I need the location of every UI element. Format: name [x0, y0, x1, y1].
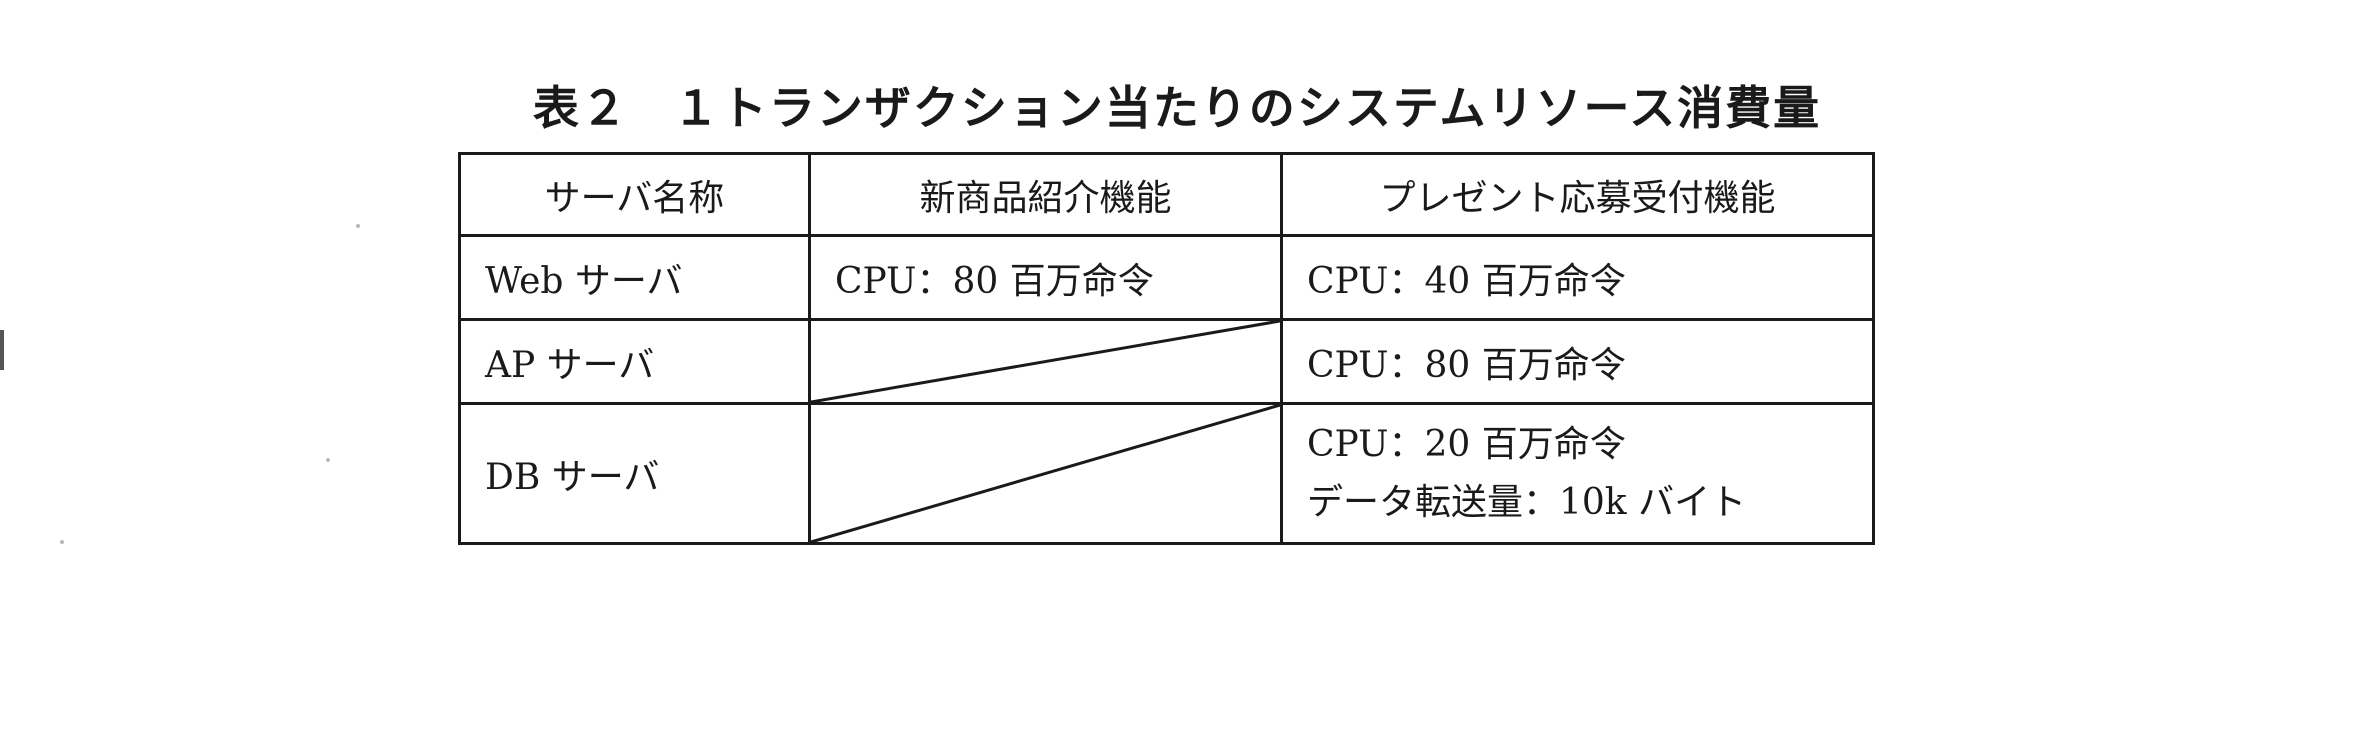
table-row-db-server: DB サーバ CPU：20 百万命令 データ転送量：10k バイト — [458, 402, 1875, 545]
diagonal-slash — [811, 321, 1280, 402]
cell-present-line: CPU：20 百万命令 — [1307, 423, 1626, 465]
cell-new-product-not-applicable — [808, 318, 1283, 405]
scan-speck — [326, 458, 330, 462]
diagonal-slash — [811, 405, 1280, 542]
scan-speck — [60, 540, 64, 544]
table-caption: 表２ １トランザクション当たりのシステムリソース消費量 — [0, 72, 2354, 138]
scan-edge-mark — [0, 330, 4, 370]
table-header-row: サーバ名称 新商品紹介機能 プレゼント応募受付機能 — [458, 152, 1875, 237]
cell-new-product: CPU：80 百万命令 — [808, 234, 1283, 321]
cell-server-name: Web サーバ — [458, 234, 811, 321]
cell-present: CPU：40 百万命令 — [1280, 234, 1875, 321]
cell-present: CPU：80 百万命令 — [1280, 318, 1875, 405]
table-title: １トランザクション当たりのシステムリソース消費量 — [672, 81, 1822, 135]
table-row-ap-server: AP サーバ CPU：80 百万命令 — [458, 318, 1875, 405]
scan-speck — [356, 224, 360, 228]
header-present-application: プレゼント応募受付機能 — [1280, 152, 1875, 237]
resource-consumption-table: サーバ名称 新商品紹介機能 プレゼント応募受付機能 Web サーバ CPU：80… — [458, 152, 1875, 545]
cell-new-product-not-applicable — [808, 402, 1283, 545]
cell-present-line: データ転送量：10k バイト — [1307, 481, 1747, 523]
header-server-name: サーバ名称 — [458, 152, 811, 237]
table-row-web-server: Web サーバ CPU：80 百万命令 CPU：40 百万命令 — [458, 234, 1875, 321]
table-number: 表２ — [532, 81, 629, 135]
cell-server-name: DB サーバ — [458, 402, 811, 545]
cell-present: CPU：20 百万命令 データ転送量：10k バイト — [1280, 402, 1875, 545]
cell-server-name: AP サーバ — [458, 318, 811, 405]
header-new-product: 新商品紹介機能 — [808, 152, 1283, 237]
